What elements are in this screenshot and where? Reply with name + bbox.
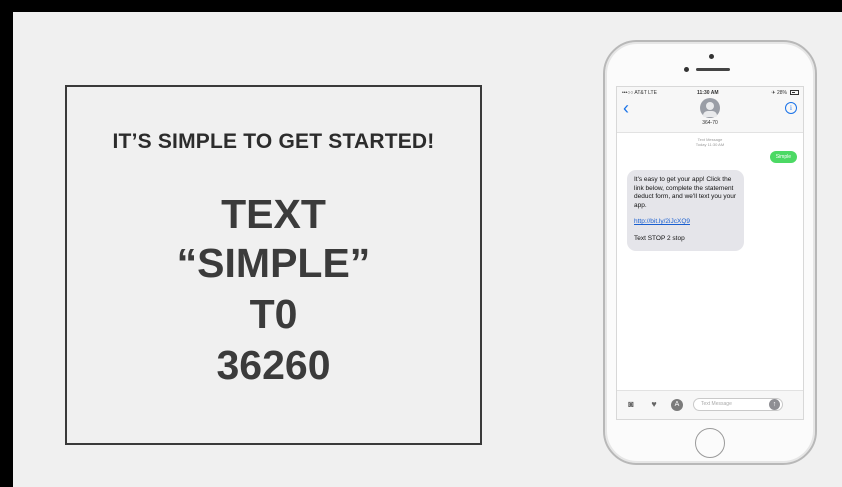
received-message-bubble: It's easy to get your app! Click the lin…: [627, 170, 744, 251]
instructions-headline: IT’S SIMPLE TO GET STARTED!: [112, 130, 435, 153]
appstore-icon[interactable]: A: [671, 399, 683, 411]
status-carrier: •••○○ AT&T LTE: [622, 90, 657, 96]
camera-icon[interactable]: ◙: [625, 399, 637, 410]
phone-camera: [709, 54, 714, 59]
thread-timestamp: Text Message Today 11:30 AM: [617, 137, 803, 147]
sent-message-bubble: Simple: [769, 151, 797, 163]
phone-screen: •••○○ AT&T LTE 11:30 AM ✈ 28% ‹ 364-70 i…: [616, 86, 804, 420]
back-icon[interactable]: ‹: [623, 99, 629, 117]
received-message-link[interactable]: http://bit.ly/2iJcXQ9: [634, 218, 690, 225]
heart-icon[interactable]: ♥: [648, 399, 660, 410]
received-message-text: It's easy to get your app! Click the lin…: [634, 176, 737, 209]
info-icon[interactable]: i: [785, 102, 797, 114]
phone-sensor: [684, 67, 689, 72]
instruction-keyword: “SIMPLE”: [176, 240, 371, 286]
home-button[interactable]: [695, 428, 725, 458]
instructions-box: IT’S SIMPLE TO GET STARTED! TEXT “SIMPLE…: [65, 85, 482, 445]
status-time: 11:30 AM: [697, 90, 719, 96]
send-icon[interactable]: ↑: [769, 399, 780, 410]
phone-speaker: [696, 68, 730, 71]
battery-icon: [790, 90, 799, 95]
status-battery: ✈ 28%: [771, 90, 787, 96]
received-message-stop: Text STOP 2 stop: [634, 234, 685, 242]
thread-date-label: Today 11:30 AM: [695, 142, 725, 147]
slide-canvas: IT’S SIMPLE TO GET STARTED! TEXT “SIMPLE…: [0, 0, 842, 487]
message-input-bar: ◙ ♥ A Text Message ↑: [617, 390, 803, 419]
instruction-text-word: TEXT: [221, 191, 326, 237]
contact-avatar[interactable]: [700, 98, 720, 118]
instruction-to-word: T0: [249, 291, 298, 337]
instruction-shortcode: 36260: [216, 342, 331, 388]
iphone-mockup: •••○○ AT&T LTE 11:30 AM ✈ 28% ‹ 364-70 i…: [603, 40, 817, 465]
contact-name[interactable]: 364-70: [617, 120, 803, 126]
messages-header: •••○○ AT&T LTE 11:30 AM ✈ 28% ‹ 364-70 i: [617, 87, 803, 133]
